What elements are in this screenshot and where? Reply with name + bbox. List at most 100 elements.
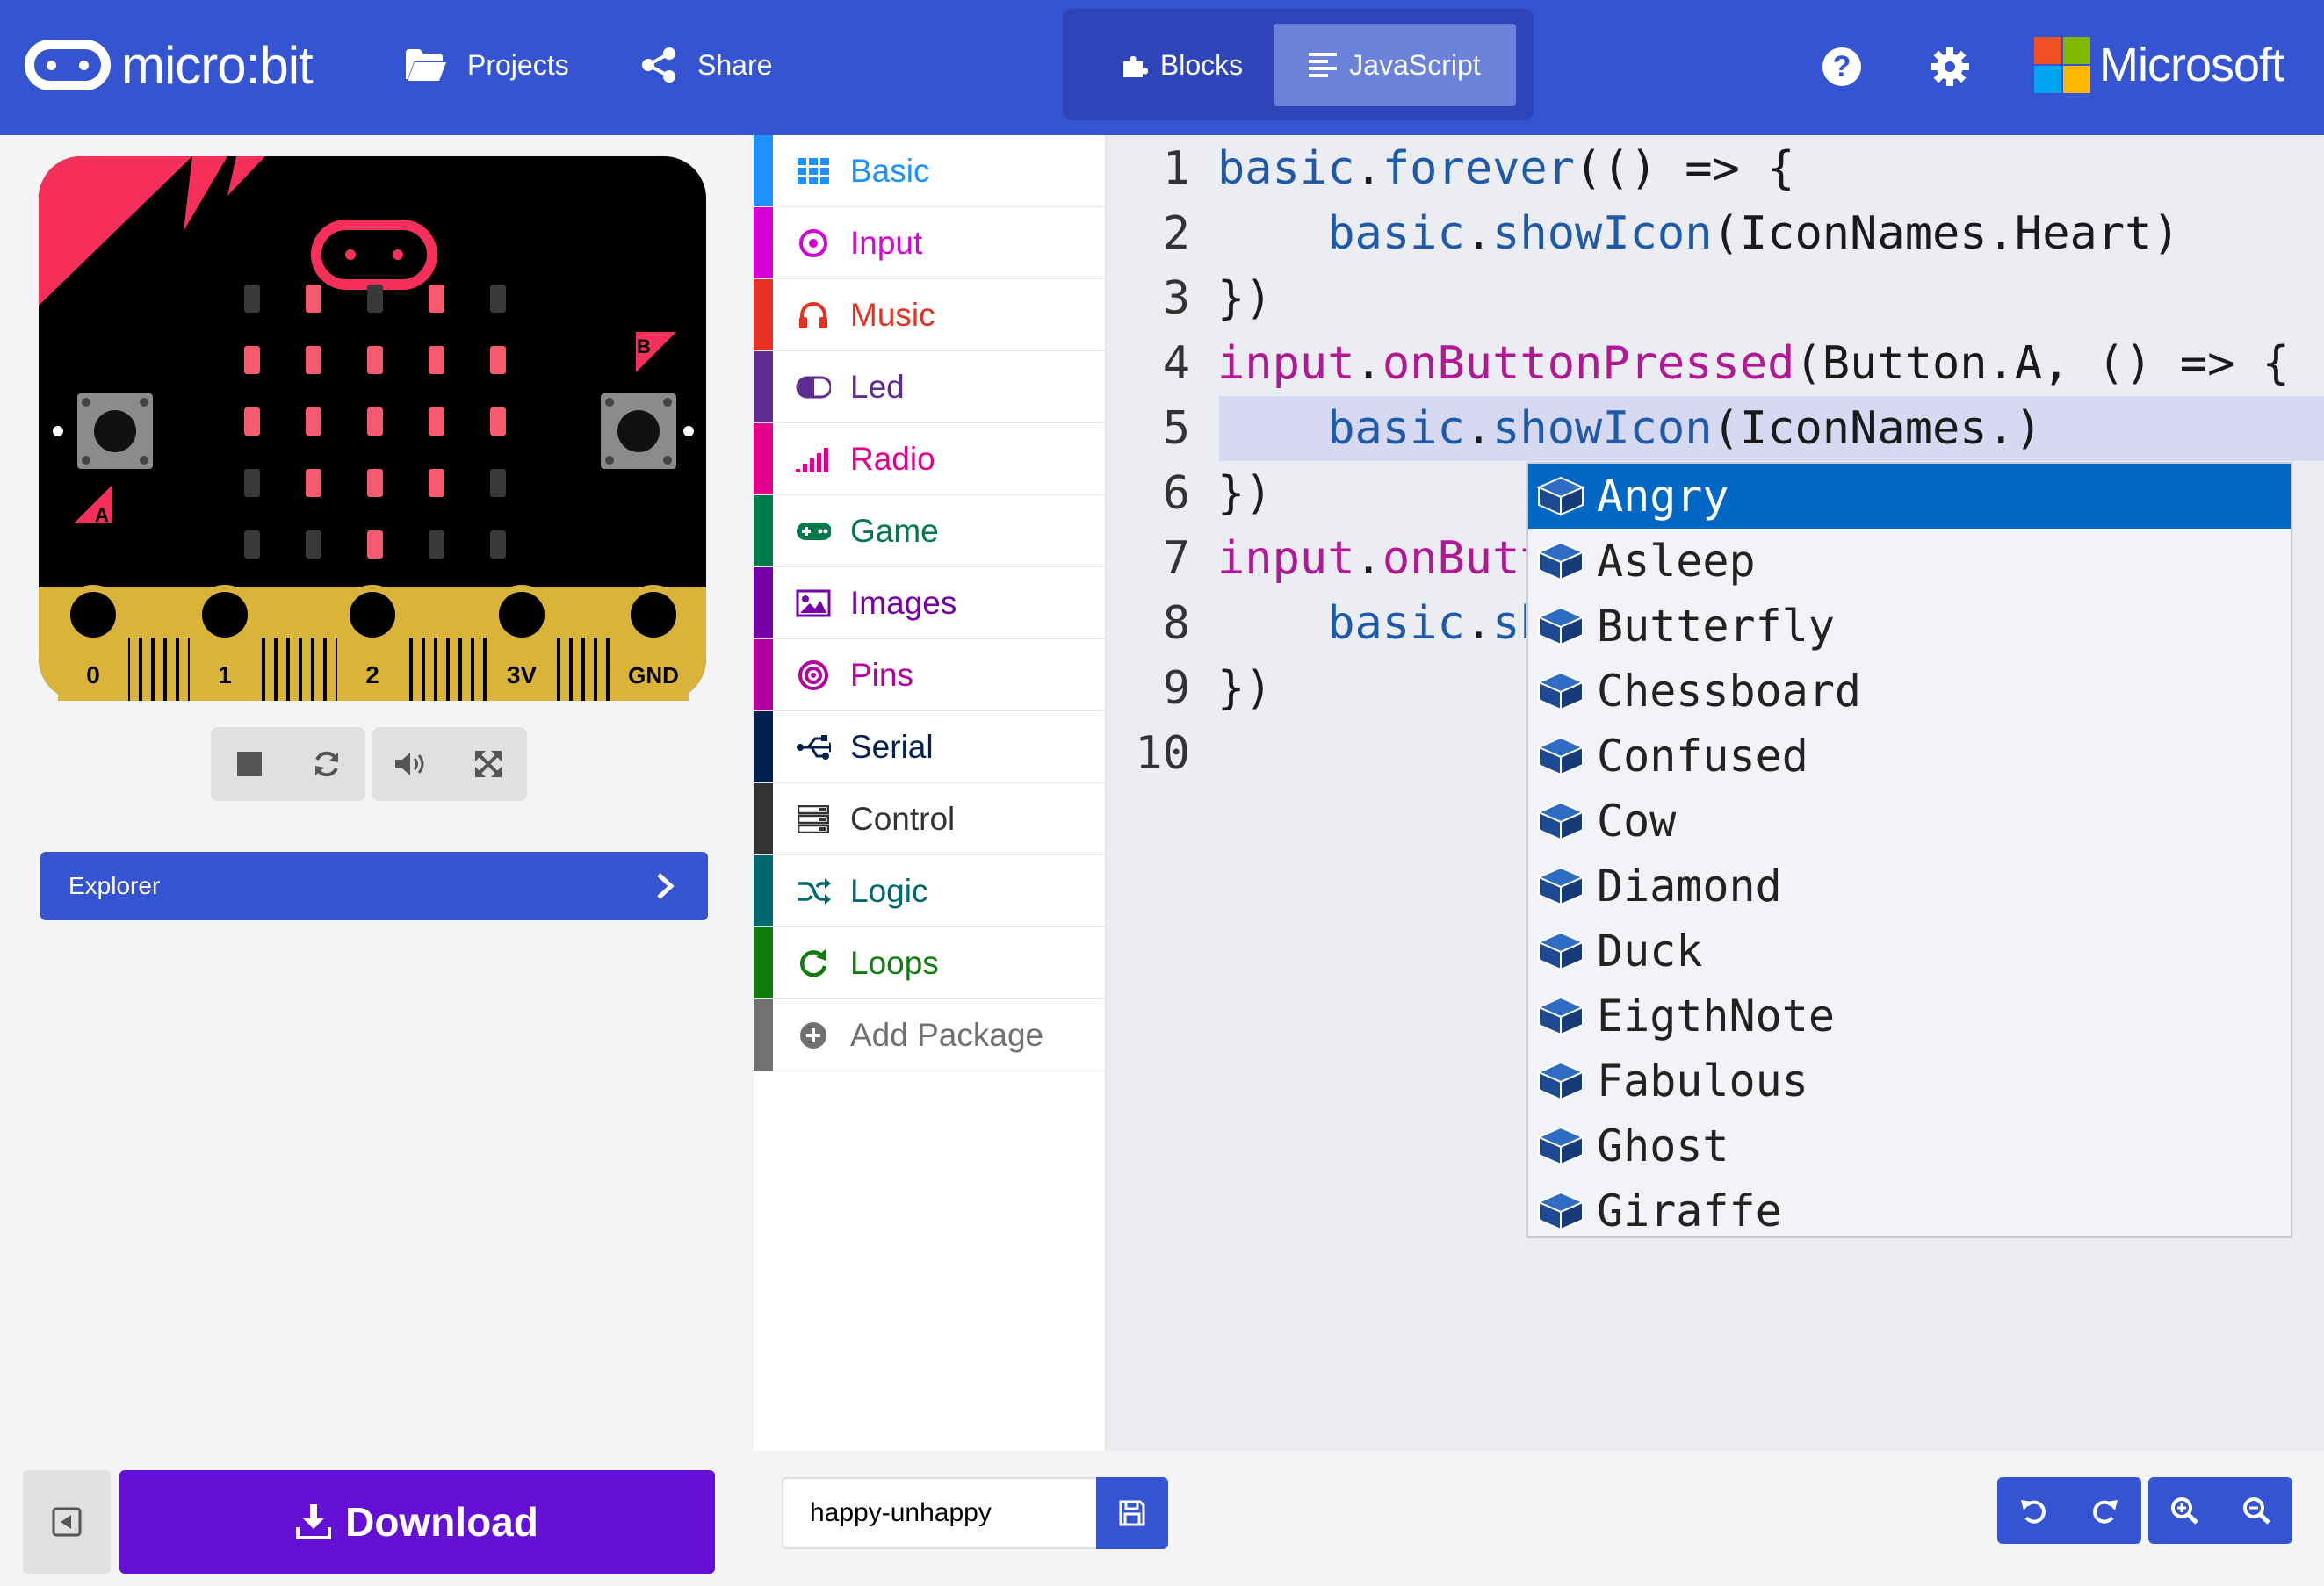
autocomplete-dropdown: Angry Asleep Butterfly Chessboard Confused Co…: [1526, 462, 2292, 1238]
pin-3v[interactable]: 3V: [487, 585, 557, 701]
code-line: 3}): [1107, 266, 2324, 331]
led-on: [429, 285, 444, 313]
pin-0[interactable]: 0: [58, 585, 128, 701]
category-label: Add Package: [850, 1016, 1044, 1053]
code-line: 5 basic.showIcon(IconNames.): [1107, 396, 2324, 461]
enum-member-icon: [1536, 1191, 1585, 1231]
category-label: Game: [850, 512, 939, 549]
toolbox: Basic Input Music Led Radio Game Images Pins Ser…: [754, 135, 1107, 1451]
enum-member-icon: [1536, 476, 1585, 516]
autocomplete-item[interactable]: Fabulous: [1528, 1049, 2291, 1114]
code-text: input.onButt: [1217, 532, 1548, 585]
fullscreen-button[interactable]: [450, 727, 527, 801]
redo-button[interactable]: [2069, 1477, 2141, 1544]
enum-member-icon: [1536, 996, 1585, 1036]
toolbox-category-basic[interactable]: Basic: [754, 135, 1105, 207]
button-b[interactable]: [601, 393, 676, 469]
pin-label: 3V: [507, 661, 538, 688]
enum-member-icon: [1536, 931, 1585, 971]
usb-icon: [796, 730, 831, 765]
plus-circle-icon: [796, 1018, 831, 1053]
autocomplete-item[interactable]: Angry: [1528, 464, 2291, 529]
pin-1[interactable]: 1: [190, 585, 260, 701]
toolbox-category-radio[interactable]: Radio: [754, 423, 1105, 495]
led-on: [429, 407, 444, 436]
projects-button[interactable]: Projects: [404, 39, 569, 91]
collapse-simulator-button[interactable]: [23, 1470, 111, 1574]
toolbox-category-logic[interactable]: Logic: [754, 855, 1105, 927]
align-left-icon: [1309, 53, 1338, 77]
toolbox-category-serial[interactable]: Serial: [754, 711, 1105, 783]
download-button[interactable]: Download: [119, 1470, 715, 1574]
project-name-input[interactable]: [782, 1477, 1096, 1549]
microsoft-logo[interactable]: Microsoft: [2034, 37, 2284, 93]
zoom-out-button[interactable]: [2220, 1477, 2292, 1544]
toolbox-category-loops[interactable]: Loops: [754, 927, 1105, 999]
share-button[interactable]: Share: [639, 39, 772, 91]
stop-icon: [237, 752, 262, 776]
top-menu-bar: micro:bit Projects Share Blocks JavaScri…: [0, 0, 2324, 135]
server-icon: [796, 802, 831, 837]
toolbox-category-add-package[interactable]: Add Package: [754, 999, 1105, 1071]
line-number: 10: [1135, 727, 1190, 780]
autocomplete-item-label: Fabulous: [1597, 1056, 1808, 1107]
restart-button[interactable]: [288, 727, 365, 801]
stop-button[interactable]: [211, 727, 288, 801]
led-on: [490, 407, 506, 436]
button-a[interactable]: [77, 393, 153, 469]
microsoft-squares-icon: [2034, 37, 2090, 93]
explorer-label: Explorer: [69, 872, 161, 899]
bullseye-icon: [796, 658, 831, 693]
line-number: 4: [1162, 337, 1190, 390]
gamepad-icon: [796, 514, 831, 549]
autocomplete-item[interactable]: Chessboard: [1528, 659, 2291, 724]
autocomplete-item[interactable]: EigthNote: [1528, 984, 2291, 1049]
enum-member-icon: [1536, 671, 1585, 711]
autocomplete-item[interactable]: Diamond: [1528, 854, 2291, 919]
save-button[interactable]: [1096, 1477, 1168, 1549]
microbit-logo[interactable]: micro:bit: [25, 33, 314, 97]
javascript-tab[interactable]: JavaScript: [1274, 24, 1516, 106]
shuffle-icon: [796, 874, 831, 909]
autocomplete-item-label: EigthNote: [1597, 991, 1835, 1042]
toolbox-category-game[interactable]: Game: [754, 495, 1105, 567]
help-icon[interactable]: ?: [1822, 47, 1861, 86]
pin-gnd[interactable]: GND: [618, 585, 689, 701]
explorer-bar[interactable]: Explorer: [40, 852, 708, 920]
code-text: basic.forever(() => {: [1217, 142, 1795, 195]
autocomplete-item[interactable]: Confused: [1528, 724, 2291, 789]
puzzle-icon: [1122, 56, 1148, 77]
blocks-tab[interactable]: Blocks: [1107, 24, 1256, 106]
led-off: [490, 530, 506, 559]
mute-button[interactable]: [372, 727, 450, 801]
category-color-bar: [754, 135, 773, 206]
zoom-in-button[interactable]: [2148, 1477, 2220, 1544]
gear-icon[interactable]: [1930, 47, 1970, 87]
line-number: 3: [1162, 272, 1190, 325]
led-off: [490, 285, 506, 313]
toolbox-category-led[interactable]: Led: [754, 351, 1105, 423]
share-label: Share: [697, 48, 773, 81]
autocomplete-item-label: Chessboard: [1597, 666, 1862, 717]
toolbox-category-control[interactable]: Control: [754, 783, 1105, 855]
led-on: [306, 469, 321, 497]
autocomplete-item[interactable]: Duck: [1528, 919, 2291, 984]
toolbox-category-pins[interactable]: Pins: [754, 639, 1105, 711]
toolbox-category-input[interactable]: Input: [754, 207, 1105, 279]
toolbox-category-music[interactable]: Music: [754, 279, 1105, 351]
code-line: 4 input.onButtonPressed(Button.A, () => {: [1107, 331, 2324, 396]
autocomplete-item[interactable]: Asleep: [1528, 529, 2291, 594]
code-line: 1 basic.forever(() => {: [1107, 136, 2324, 201]
autocomplete-item[interactable]: Ghost: [1528, 1114, 2291, 1179]
toolbox-category-images[interactable]: Images: [754, 567, 1105, 639]
led-off: [367, 285, 383, 313]
pin-2[interactable]: 2: [337, 585, 408, 701]
bottom-toolbar: Download: [0, 1451, 2324, 1586]
autocomplete-item[interactable]: Butterfly: [1528, 594, 2291, 659]
undo-button[interactable]: [1997, 1477, 2069, 1544]
autocomplete-item-label: Butterfly: [1597, 601, 1835, 652]
autocomplete-item[interactable]: Cow: [1528, 789, 2291, 854]
autocomplete-item[interactable]: Giraffe: [1528, 1179, 2291, 1236]
code-line: 2 basic.showIcon(IconNames.Heart): [1107, 201, 2324, 266]
line-number: 2: [1162, 207, 1190, 260]
